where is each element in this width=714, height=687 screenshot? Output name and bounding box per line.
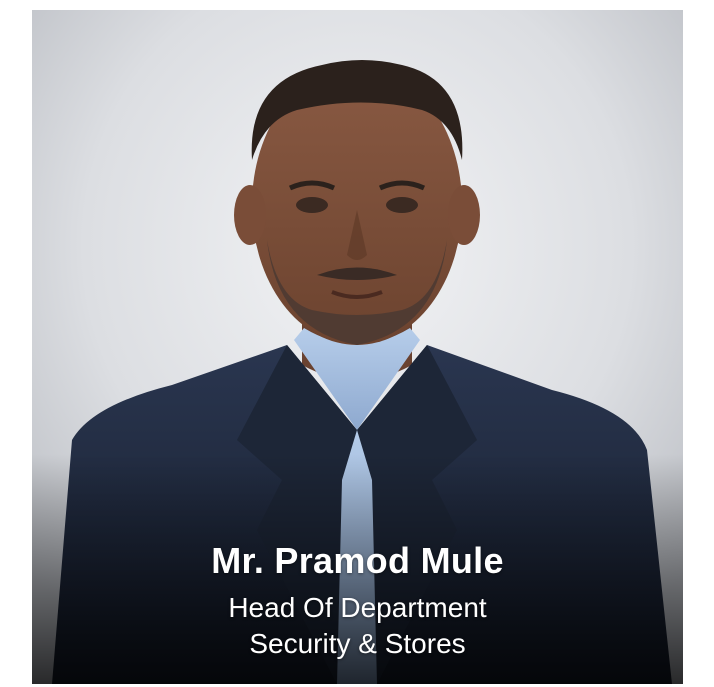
person-department: Security & Stores [249,628,466,659]
person-name: Mr. Pramod Mule [211,540,504,581]
person-title: Head Of Department [228,592,487,623]
profile-card: Mr. Pramod Mule Head Of Department Secur… [32,10,683,684]
